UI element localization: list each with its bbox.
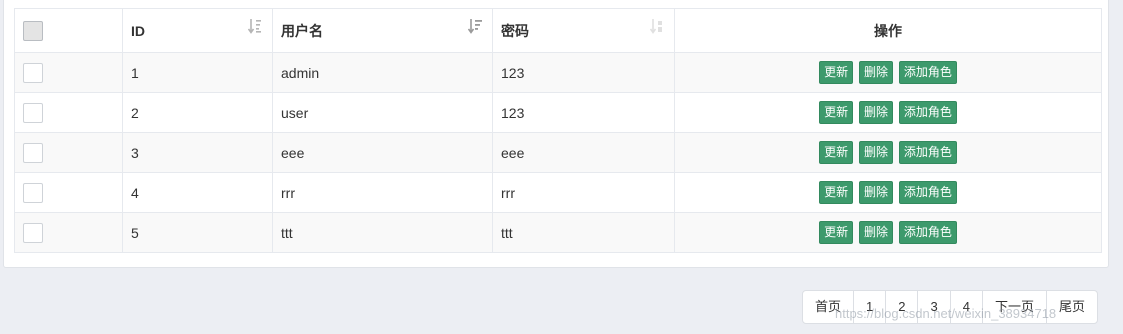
update-button[interactable]: 更新 <box>819 61 854 84</box>
page-link-3[interactable]: 3 <box>917 291 949 323</box>
first-page-link[interactable]: 首页 <box>803 291 853 323</box>
row-checkbox[interactable] <box>23 62 43 83</box>
page-link-2[interactable]: 2 <box>885 291 917 323</box>
add-role-button[interactable]: 添加角色 <box>898 141 957 164</box>
update-button[interactable]: 更新 <box>819 141 854 164</box>
next-page-link[interactable]: 下一页 <box>981 291 1046 323</box>
cell-password: 123 <box>492 52 675 93</box>
table-row: 5 ttt ttt 更新 删除 添加角色 <box>14 212 1102 253</box>
cell-ops: 更新 删除 添加角色 <box>674 52 1102 93</box>
sort-descending-icon[interactable] <box>468 18 482 34</box>
cell-password: rrr <box>492 172 675 213</box>
row-checkbox[interactable] <box>23 222 43 243</box>
delete-button[interactable]: 删除 <box>858 221 893 244</box>
cell-id: 5 <box>122 212 273 253</box>
row-select-cell <box>14 172 123 213</box>
delete-button[interactable]: 删除 <box>858 181 893 204</box>
table-row: 3 eee eee 更新 删除 添加角色 <box>14 132 1102 173</box>
table-panel: ID 用户名 密码 操作 1 admin 123 更新 删除 添加角色 2 us… <box>3 0 1109 268</box>
row-select-cell <box>14 132 123 173</box>
cell-username: admin <box>272 52 493 93</box>
table-row: 2 user 123 更新 删除 添加角色 <box>14 92 1102 133</box>
column-header-password-label: 密码 <box>501 22 529 39</box>
row-select-cell <box>14 212 123 253</box>
add-role-button[interactable]: 添加角色 <box>898 61 957 84</box>
cell-id: 3 <box>122 132 273 173</box>
update-button[interactable]: 更新 <box>819 221 854 244</box>
add-role-button[interactable]: 添加角色 <box>898 101 957 124</box>
column-header-username[interactable]: 用户名 <box>272 8 493 53</box>
update-button[interactable]: 更新 <box>819 101 854 124</box>
page-link-4[interactable]: 4 <box>949 291 982 323</box>
update-button[interactable]: 更新 <box>819 181 854 204</box>
delete-button[interactable]: 删除 <box>858 141 893 164</box>
select-all-checkbox[interactable] <box>23 20 43 41</box>
cell-username: eee <box>272 132 493 173</box>
cell-ops: 更新 删除 添加角色 <box>674 132 1102 173</box>
add-role-button[interactable]: 添加角色 <box>898 221 957 244</box>
pagination: 首页 1 2 3 4 下一页 尾页 <box>802 290 1098 324</box>
select-all-cell <box>14 8 123 53</box>
cell-username: user <box>272 92 493 133</box>
cell-ops: 更新 删除 添加角色 <box>674 92 1102 133</box>
row-checkbox[interactable] <box>23 182 43 203</box>
cell-password: 123 <box>492 92 675 133</box>
cell-ops: 更新 删除 添加角色 <box>674 172 1102 213</box>
page-link-1[interactable]: 1 <box>853 291 885 323</box>
cell-username: ttt <box>272 212 493 253</box>
table-row: 1 admin 123 更新 删除 添加角色 <box>14 52 1102 93</box>
column-header-id-label: ID <box>131 22 145 39</box>
delete-button[interactable]: 删除 <box>858 101 893 124</box>
cell-id: 4 <box>122 172 273 213</box>
last-page-link[interactable]: 尾页 <box>1045 291 1097 323</box>
sort-neutral-icon[interactable] <box>650 18 664 34</box>
column-header-ops-label: 操作 <box>874 22 902 39</box>
add-role-button[interactable]: 添加角色 <box>898 181 957 204</box>
cell-password: ttt <box>492 212 675 253</box>
user-table: ID 用户名 密码 操作 1 admin 123 更新 删除 添加角色 2 us… <box>14 8 1102 253</box>
table-header-row: ID 用户名 密码 操作 <box>14 8 1102 53</box>
row-checkbox[interactable] <box>23 142 43 163</box>
cell-username: rrr <box>272 172 493 213</box>
cell-ops: 更新 删除 添加角色 <box>674 212 1102 253</box>
cell-id: 2 <box>122 92 273 133</box>
table-row: 4 rrr rrr 更新 删除 添加角色 <box>14 172 1102 213</box>
cell-id: 1 <box>122 52 273 93</box>
column-header-id[interactable]: ID <box>122 8 273 53</box>
column-header-username-label: 用户名 <box>281 22 323 39</box>
row-select-cell <box>14 52 123 93</box>
row-checkbox[interactable] <box>23 102 43 123</box>
row-select-cell <box>14 92 123 133</box>
cell-password: eee <box>492 132 675 173</box>
sort-ascending-icon[interactable] <box>248 18 262 34</box>
column-header-password[interactable]: 密码 <box>492 8 675 53</box>
column-header-ops: 操作 <box>674 8 1102 53</box>
delete-button[interactable]: 删除 <box>858 61 893 84</box>
